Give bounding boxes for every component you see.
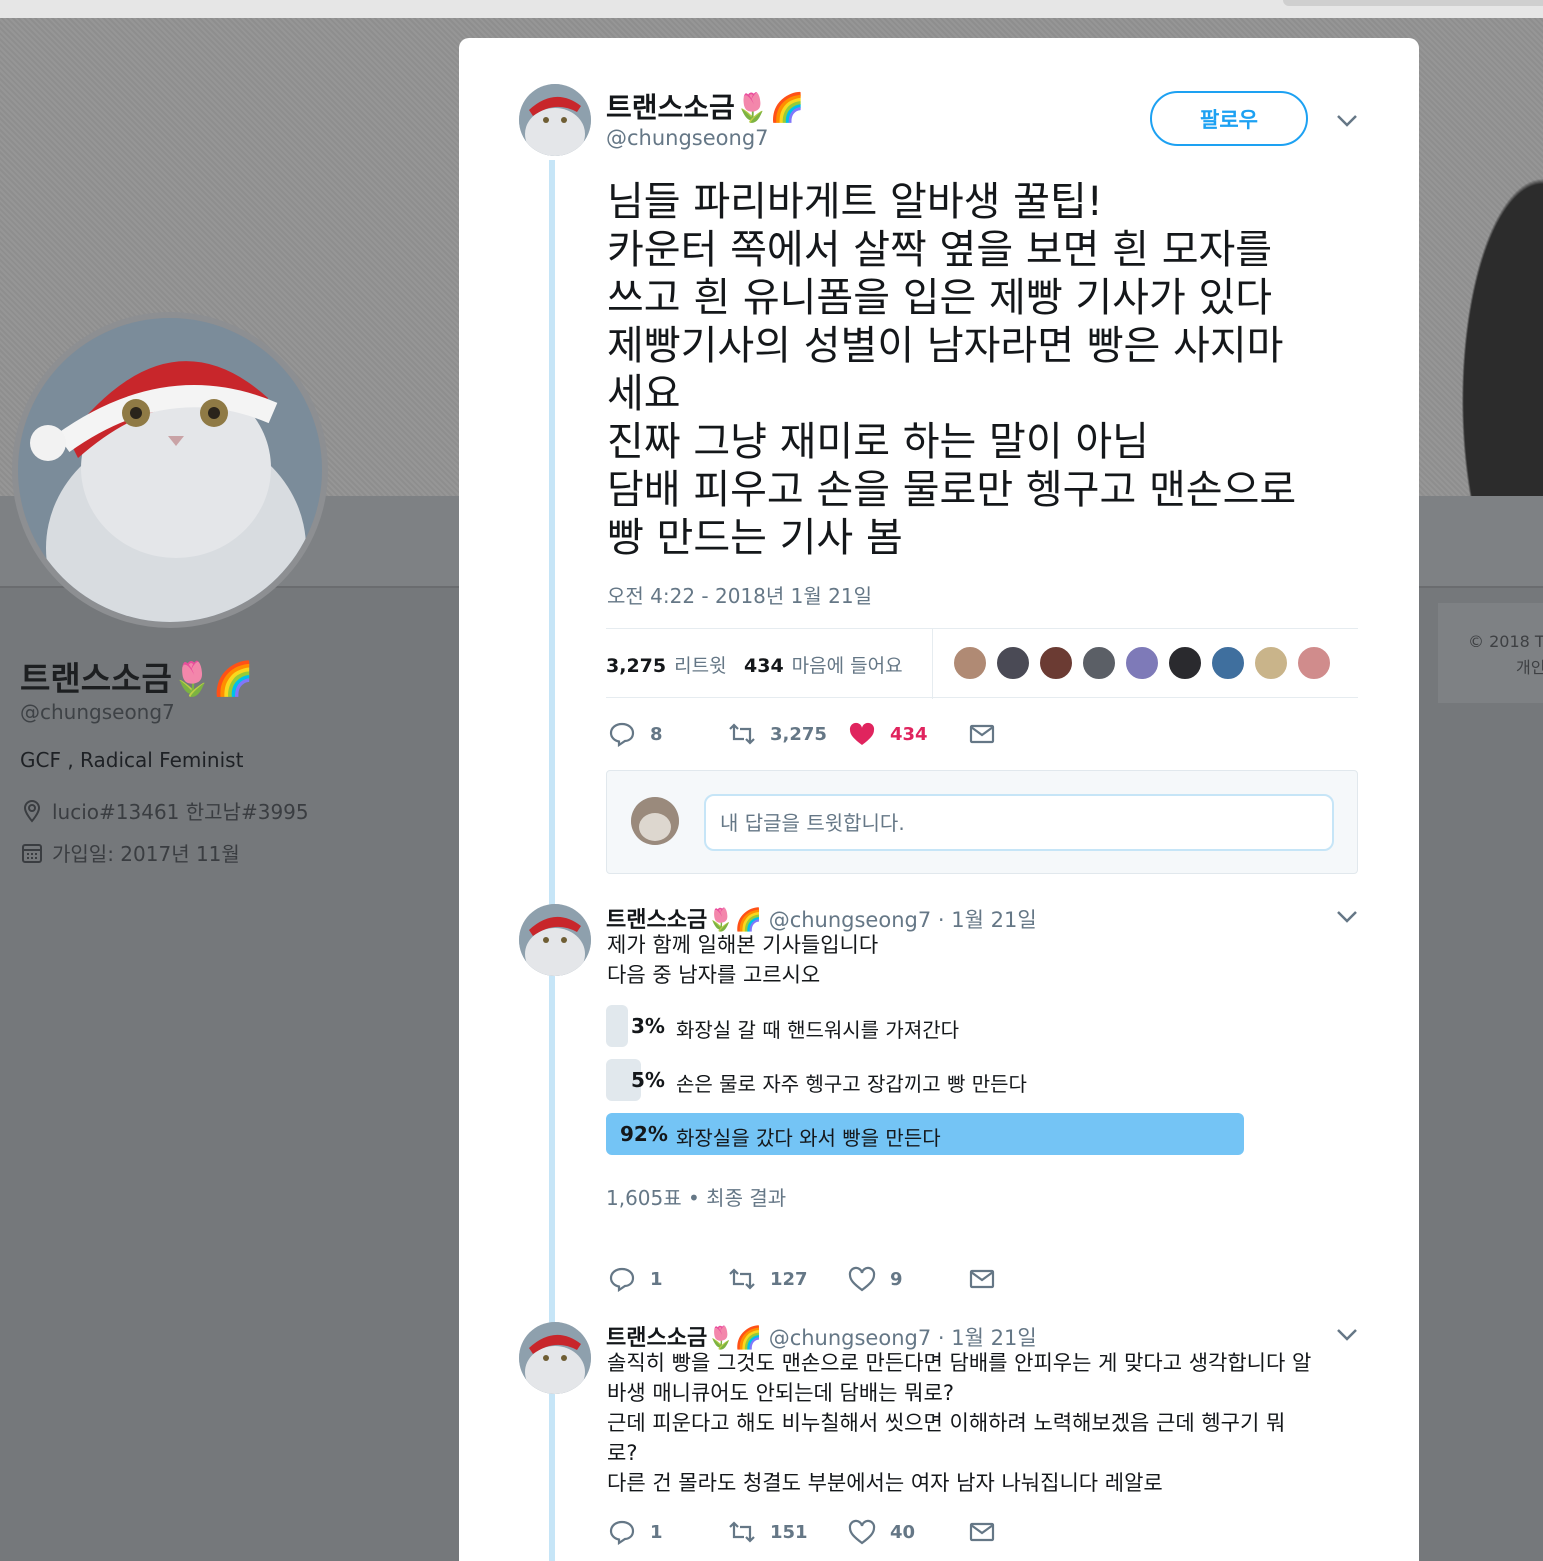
reply-button[interactable]: 1 [608,1519,663,1545]
location-icon [23,799,41,823]
liker-avatar[interactable] [1167,645,1203,681]
profile-joined: 가입일: 2017년 11월 [20,838,240,867]
liker-avatar[interactable] [1081,645,1117,681]
profile-handle[interactable]: @chungseong7 [20,700,175,724]
chevron-down-icon[interactable] [1336,114,1358,128]
current-user-avatar[interactable] [631,797,679,845]
follow-button[interactable]: 팔로우 [1150,91,1308,146]
profile-bio: GCF , Radical Feminist [20,748,244,772]
poll-option: 3% 화장실 갈 때 핸드워시를 가져간다 [606,1005,1306,1047]
message-button[interactable] [968,721,996,747]
poll-option: 92% 화장실을 갔다 와서 빵을 만든다 [606,1113,1306,1155]
joined-text: 가입일: 2017년 11월 [52,842,240,866]
retweet-icon [729,723,755,745]
liker-avatar[interactable] [952,645,988,681]
reply-button[interactable]: 1 [608,1266,663,1292]
poll-option: 5% 손은 물로 자주 헹구고 장갑끼고 빵 만든다 [606,1059,1306,1101]
tweet-author-handle[interactable]: @chungseong7 [606,126,769,150]
footer-privacy[interactable]: 개인 [1468,655,1543,681]
tweet-timestamp[interactable]: 오전 4:22 - 2018년 1월 21일 [607,580,872,609]
liker-avatar[interactable] [1253,645,1289,681]
chevron-down-icon[interactable] [1336,1328,1358,1342]
tweet-author-avatar[interactable] [519,84,591,156]
tweet-author-name[interactable]: 트랜스소금🌷🌈 [606,86,805,126]
top-navigation-bar [0,0,1543,18]
reply-composer [606,770,1358,874]
poll-label: 손은 물로 자주 헹구고 장갑끼고 빵 만든다 [676,1072,1027,1096]
liker-avatar[interactable] [995,645,1031,681]
retweet-button[interactable]: 127 [728,1266,808,1292]
liker-avatar[interactable] [1038,645,1074,681]
reply-author-avatar[interactable] [519,904,591,976]
heart-icon [848,1266,876,1292]
heart-icon [848,1519,876,1545]
profile-location: lucio#13461 한고남#3995 [20,796,309,825]
reply-author-avatar[interactable] [519,1322,591,1394]
liker-avatar[interactable] [1296,645,1332,681]
message-button[interactable] [968,1266,996,1292]
reply-date[interactable]: · 1월 21일 [938,1326,1037,1350]
retweet-icon [729,1521,755,1543]
poll-percent: 5% [631,1068,665,1092]
banner-shadow [1403,18,1543,496]
poll-percent: 92% [620,1122,668,1146]
reply-author-handle[interactable]: @chungseong7 [769,1326,932,1350]
retweet-button[interactable]: 3,275 [728,721,827,747]
like-button[interactable]: 434 [848,721,928,747]
retweet-stat[interactable]: 3,275 리트윗 [606,651,727,678]
tweet-text: 님들 파리바게트 알바생 꿀팁! 카운터 쪽에서 살짝 옆을 보면 흰 모자를 … [607,179,1297,561]
retweet-button[interactable]: 151 [728,1519,808,1545]
footer-copyright[interactable]: © 2018 T [1468,629,1543,655]
search-box[interactable] [1283,0,1543,6]
poll-label: 화장실 갈 때 핸드워시를 가져간다 [676,1018,960,1042]
location-text: lucio#13461 한고남#3995 [52,800,309,824]
chevron-down-icon[interactable] [1336,910,1358,924]
like-stat[interactable]: 434 마음에 들어요 [744,651,903,678]
tweet-stats: 3,275 리트윗 434 마음에 들어요 [606,628,1358,699]
retweet-icon [729,1268,755,1290]
liker-avatar[interactable] [1124,645,1160,681]
calendar-icon [22,843,42,863]
message-button[interactable] [968,1519,996,1545]
mail-icon [969,1522,995,1542]
reply-date[interactable]: · 1월 21일 [938,908,1037,932]
reply-author-handle[interactable]: @chungseong7 [769,908,932,932]
reply-text: 솔직히 빵을 그것도 맨손으로 만든다면 담배를 안피우는 게 맞다고 생각합니… [607,1351,1312,1495]
poll-label: 화장실을 갔다 와서 빵을 만든다 [676,1126,941,1150]
profile-avatar[interactable] [12,312,328,628]
reply-text: 제가 함께 일해본 기사들입니다 다음 중 남자를 고르시오 [607,933,879,987]
like-button[interactable]: 9 [848,1266,903,1292]
reply-icon [609,722,635,747]
poll-meta: 1,605표 • 최종 결과 [606,1186,787,1210]
heart-icon [849,722,875,745]
liker-avatars [952,645,1332,681]
mail-icon [969,1269,995,1289]
reply-button[interactable]: 8 [608,721,663,747]
poll-percent: 3% [631,1014,665,1038]
stats-divider [932,629,933,699]
reply-icon [609,1520,635,1545]
reply-icon [609,1267,635,1292]
poll-bar [606,1005,628,1047]
mail-icon [969,724,995,744]
footer-card: © 2018 T 개인 [1438,603,1543,703]
liker-avatar[interactable] [1210,645,1246,681]
like-button[interactable]: 40 [848,1519,915,1545]
profile-name[interactable]: 트랜스소금🌷🌈 [20,652,254,700]
reply-input[interactable] [704,794,1334,851]
